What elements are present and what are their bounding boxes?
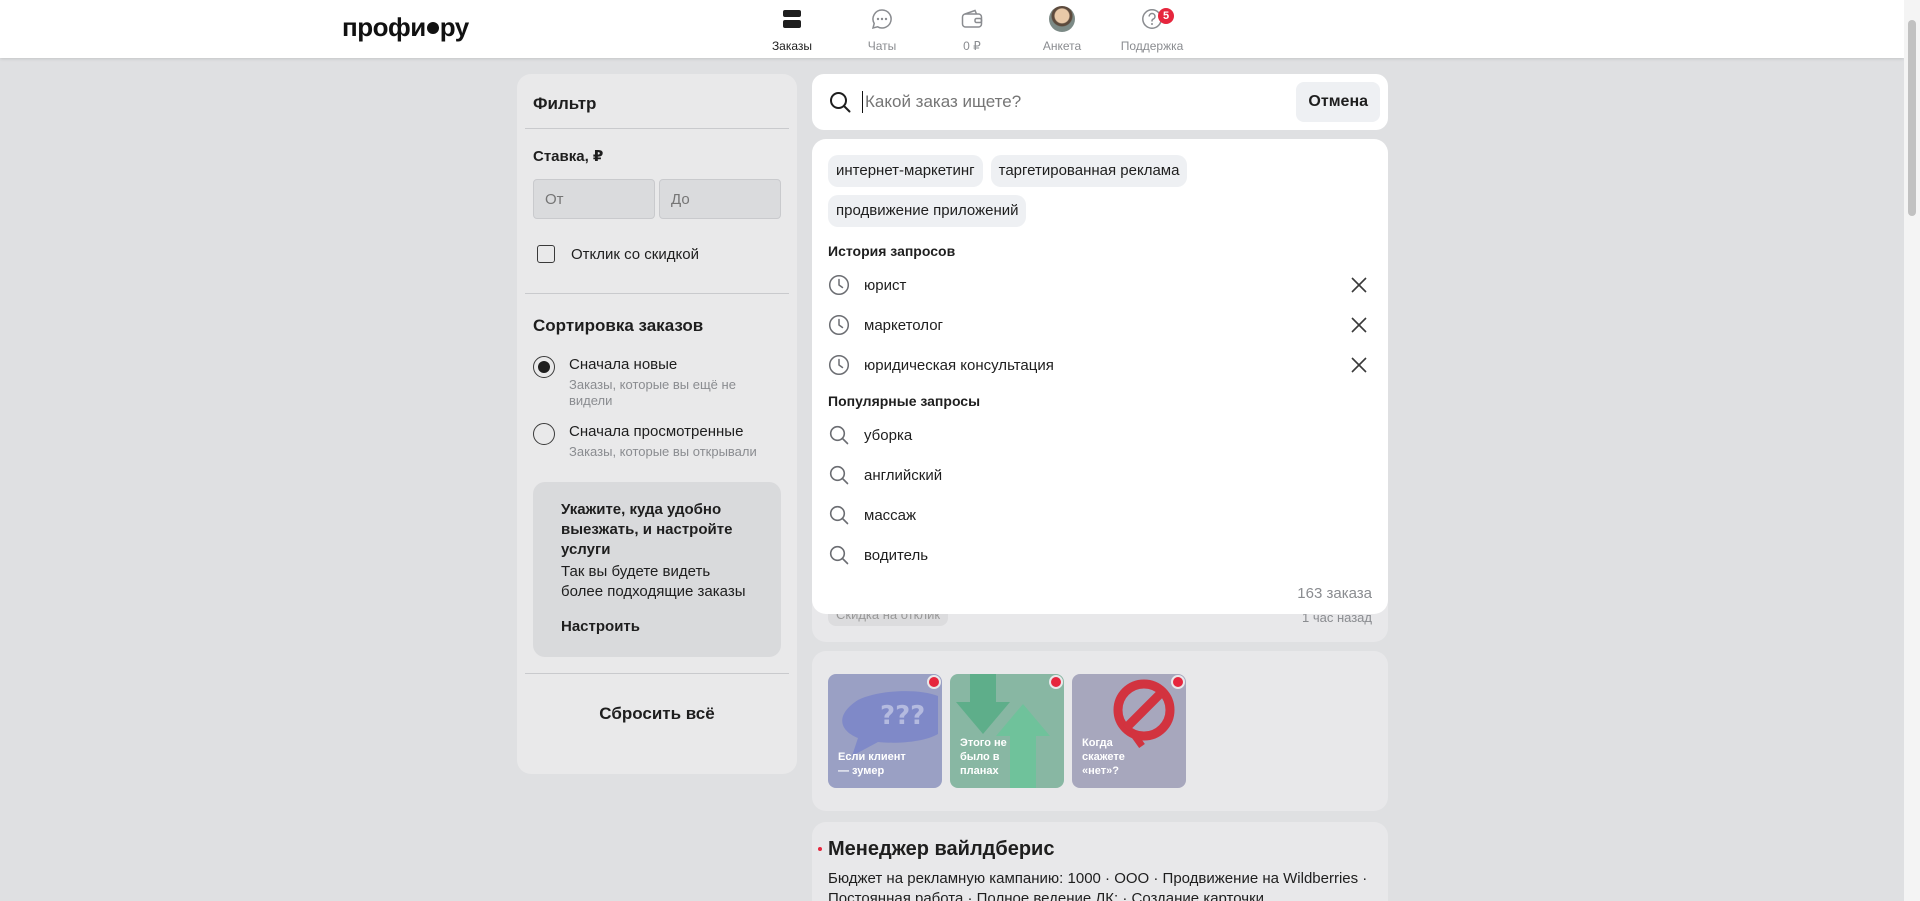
sort-option-viewed[interactable]: Сначала просмотренные Заказы, которые вы… [525, 423, 789, 460]
search-icon [829, 505, 849, 525]
history-item-label: юрист [864, 276, 907, 294]
close-icon[interactable] [1350, 276, 1368, 294]
history-item-label: маркетолог [864, 316, 944, 334]
popular-item[interactable]: уборка [828, 415, 1372, 455]
nav-support-label: Поддержка [1120, 39, 1184, 53]
nav-orders[interactable]: Заказы [752, 6, 832, 56]
radio-viewed[interactable] [533, 423, 555, 445]
search-icon [829, 465, 849, 485]
nav-profile[interactable]: Анкета [1022, 6, 1102, 56]
nav-profile-label: Анкета [1042, 39, 1082, 53]
story-title: Когда скажете «нет»? [1082, 737, 1125, 777]
popular-item-label: английский [864, 466, 943, 484]
popular-item[interactable]: массаж [828, 495, 1372, 535]
history-item[interactable]: юрист [828, 265, 1372, 305]
rate-label: Ставка, ₽ [533, 148, 604, 165]
logo[interactable]: профи ру [342, 12, 469, 43]
story-card[interactable]: Этого не было в планах [950, 674, 1064, 788]
top-header: профи ру Заказы Чаты 0 ₽ Анкета 5 Поддерж… [0, 0, 1904, 58]
order-title[interactable]: Менеджер вайлдберис [818, 838, 1372, 861]
rate-to-input[interactable] [659, 179, 781, 219]
promo-configure-link[interactable]: Настроить [561, 618, 753, 635]
search-icon [830, 92, 851, 113]
filter-title: Фильтр [525, 74, 789, 129]
order-card[interactable]: Менеджер вайлдберис Бюджет на рекламную … [812, 822, 1388, 901]
nav-wallet-label: 0 ₽ [963, 39, 981, 53]
search-icon [829, 425, 849, 445]
discount-checkbox[interactable] [537, 245, 555, 263]
story-title: Если клиент — зумер [838, 751, 906, 777]
svg-text:???: ??? [880, 701, 925, 731]
close-icon[interactable] [1350, 316, 1368, 334]
story-card[interactable]: ??? Если клиент — зумер [828, 674, 942, 788]
discount-checkbox-row[interactable]: Отклик со скидкой [525, 219, 789, 294]
discount-label: Отклик со скидкой [571, 245, 699, 263]
suggestion-tag[interactable]: интернет-маркетинг [828, 155, 983, 187]
sort-option-desc: Заказы, которые вы ещё не видели [569, 377, 736, 408]
suggestion-tag[interactable]: таргетированная реклама [990, 155, 1188, 187]
orders-icon [752, 6, 832, 32]
suggested-tags: интернет-маркетинг таргетированная рекла… [828, 155, 1248, 227]
promo-text: Так вы будете видеть более подходящие за… [561, 563, 746, 600]
sort-title: Сортировка заказов [533, 316, 704, 335]
clock-icon [828, 274, 850, 296]
filter-panel: Фильтр Ставка, ₽ Отклик со скидкой Сорти… [517, 74, 797, 774]
chat-icon [842, 6, 922, 32]
search-icon [829, 545, 849, 565]
popular-item[interactable]: английский [828, 455, 1372, 495]
clock-icon [828, 314, 850, 336]
history-item-label: юридическая консультация [864, 356, 1054, 374]
sort-option-label: Сначала новые [569, 356, 678, 373]
popular-title: Популярные запросы [828, 393, 981, 409]
popular-item[interactable]: водитель [828, 535, 1372, 575]
popular-item-label: водитель [864, 546, 929, 564]
search-suggestions: интернет-маркетинг таргетированная рекла… [812, 139, 1388, 614]
radio-new[interactable] [533, 356, 555, 378]
history-item[interactable]: маркетолог [828, 305, 1372, 345]
suggestion-tag[interactable]: продвижение приложений [828, 195, 1027, 227]
page-scrollbar[interactable] [1904, 0, 1920, 901]
sort-option-new[interactable]: Сначала новые Заказы, которые вы ещё не … [525, 356, 789, 409]
clock-icon [828, 354, 850, 376]
close-icon[interactable] [1350, 356, 1368, 374]
nav-chats-label: Чаты [867, 39, 897, 53]
scrollbar-thumb[interactable] [1908, 20, 1916, 216]
unread-dot [1171, 675, 1185, 689]
nav-support[interactable]: 5 Поддержка [1112, 6, 1192, 56]
results-count: 163 заказа [1297, 585, 1372, 602]
cancel-button[interactable]: Отмена [1296, 82, 1380, 122]
reset-all-button[interactable]: Сбросить всё [525, 673, 789, 754]
popular-item-label: массаж [864, 506, 917, 524]
story-card[interactable]: Когда скажете «нет»? [1072, 674, 1186, 788]
popular-item-label: уборка [864, 426, 913, 444]
order-description: Бюджет на рекламную кампанию: 1000 · ООО… [828, 870, 1368, 901]
settings-promo: Укажите, куда удобно выезжать, и настрой… [533, 482, 781, 657]
sort-option-desc: Заказы, которые вы открывали [569, 444, 757, 459]
wallet-icon [932, 6, 1012, 32]
search-bar: Отмена [812, 74, 1388, 130]
story-title: Этого не было в планах [960, 737, 1007, 777]
rate-from-input[interactable] [533, 179, 655, 219]
promo-title: Укажите, куда удобно выезжать, и настрой… [561, 501, 733, 558]
help-icon [1112, 6, 1192, 32]
nav-orders-label: Заказы [771, 39, 813, 53]
history-title: История запросов [828, 243, 956, 259]
nav-chats[interactable]: Чаты [842, 6, 922, 56]
support-badge: 5 [1158, 8, 1174, 24]
avatar [1049, 6, 1075, 32]
sort-option-label: Сначала просмотренные [569, 423, 744, 440]
stories-strip: ??? Если клиент — зумер Этого не было в … [812, 651, 1388, 811]
search-input[interactable] [862, 91, 1297, 113]
nav-wallet[interactable]: 0 ₽ [932, 6, 1012, 56]
unread-dot [1049, 675, 1063, 689]
history-item[interactable]: юридическая консультация [828, 345, 1372, 385]
unread-dot [927, 675, 941, 689]
